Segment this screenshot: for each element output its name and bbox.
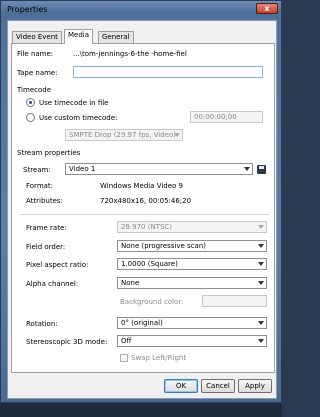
properties-window: Properties x Video Event Media General F… [0,0,282,403]
rotation-dropdown[interactable]: 0° (original) [117,317,267,329]
timecode-header: Timecode [17,86,52,94]
chevron-down-icon [244,167,250,171]
stereo-3d-dropdown[interactable]: Off [117,335,267,347]
tape-name-label: Tape name: [17,69,58,77]
pixel-aspect-value: 1.0000 (Square) [121,260,178,268]
cancel-button[interactable]: Cancel [201,379,235,393]
file-name-value: ...\tom-jennings-6-the -home-fiel [73,50,187,58]
format-value: Windows Media Video 9 [100,182,184,190]
alpha-channel-label: Alpha channel: [26,280,79,288]
rotation-value: 0° (original) [121,319,163,327]
timecode-format-dropdown[interactable]: SMPTE Drop (29.97 fps, Video) [65,129,183,141]
tape-name-input[interactable] [73,66,263,78]
tab-media[interactable]: Media [64,29,94,44]
window-title: Properties [7,5,48,14]
section-divider [20,214,270,215]
use-file-timecode-label[interactable]: Use timecode in file [39,99,109,107]
use-custom-timecode-label[interactable]: Use custom timecode: [39,114,117,122]
pixel-aspect-label: Pixel aspect ratio: [26,261,89,269]
use-file-timecode-radio[interactable] [26,98,35,107]
chevron-down-icon [258,281,264,285]
timecode-format-value: SMPTE Drop (29.97 fps, Video) [69,131,177,139]
stereo-3d-value: Off [121,337,132,345]
ok-button[interactable]: OK [164,379,198,393]
close-button[interactable]: x [256,3,278,14]
swap-left-right-checkbox[interactable] [120,354,128,362]
file-name-label: File name: [17,50,54,58]
swap-left-right-label: Swap Left/Right [131,354,187,362]
frame-rate-label: Frame rate: [26,224,67,232]
custom-timecode-input[interactable]: 00:00:00;00 [190,111,263,123]
alpha-channel-dropdown[interactable]: None [117,277,267,289]
chevron-down-icon [258,321,264,325]
field-order-label: Field order: [26,243,66,251]
stereo-3d-label: Stereoscopic 3D mode: [26,338,108,346]
rotation-label: Rotation: [26,320,58,328]
stream-properties-header: Stream properties [17,149,81,157]
background-color-swatch[interactable] [202,295,267,307]
field-order-value: None (progressive scan) [121,242,207,250]
background-color-label: Background color: [120,298,184,306]
stream-value: Video 1 [69,165,96,173]
title-bar[interactable]: Properties x [2,2,282,20]
field-order-dropdown[interactable]: None (progressive scan) [117,240,267,252]
pixel-aspect-dropdown[interactable]: 1.0000 (Square) [117,258,267,270]
apply-button[interactable]: Apply [238,379,272,393]
use-custom-timecode-radio[interactable] [26,113,35,122]
media-panel: File name: ...\tom-jennings-6-the -home-… [11,43,275,373]
chevron-down-icon [258,225,264,229]
frame-rate-value: 29.970 (NTSC) [121,223,173,231]
alpha-channel-value: None [121,279,140,287]
save-icon[interactable] [257,165,266,174]
close-icon: x [264,4,270,13]
chevron-down-icon [258,244,264,248]
chevron-down-icon [258,262,264,266]
attributes-label: Attributes: [26,197,63,205]
stream-label: Stream: [23,166,51,174]
chevron-down-icon [258,339,264,343]
tab-general[interactable]: General [98,31,134,43]
stream-dropdown[interactable]: Video 1 [65,163,253,175]
format-label: Format: [26,182,54,190]
tab-video-event[interactable]: Video Event [12,31,62,43]
dialog-client: Video Event Media General File name: ...… [7,20,277,399]
frame-rate-dropdown[interactable]: 29.970 (NTSC) [117,221,267,233]
chevron-down-icon [174,133,180,137]
attributes-value: 720x480x16, 00:05:46;20 [100,197,192,205]
bottom-strip [0,403,282,417]
